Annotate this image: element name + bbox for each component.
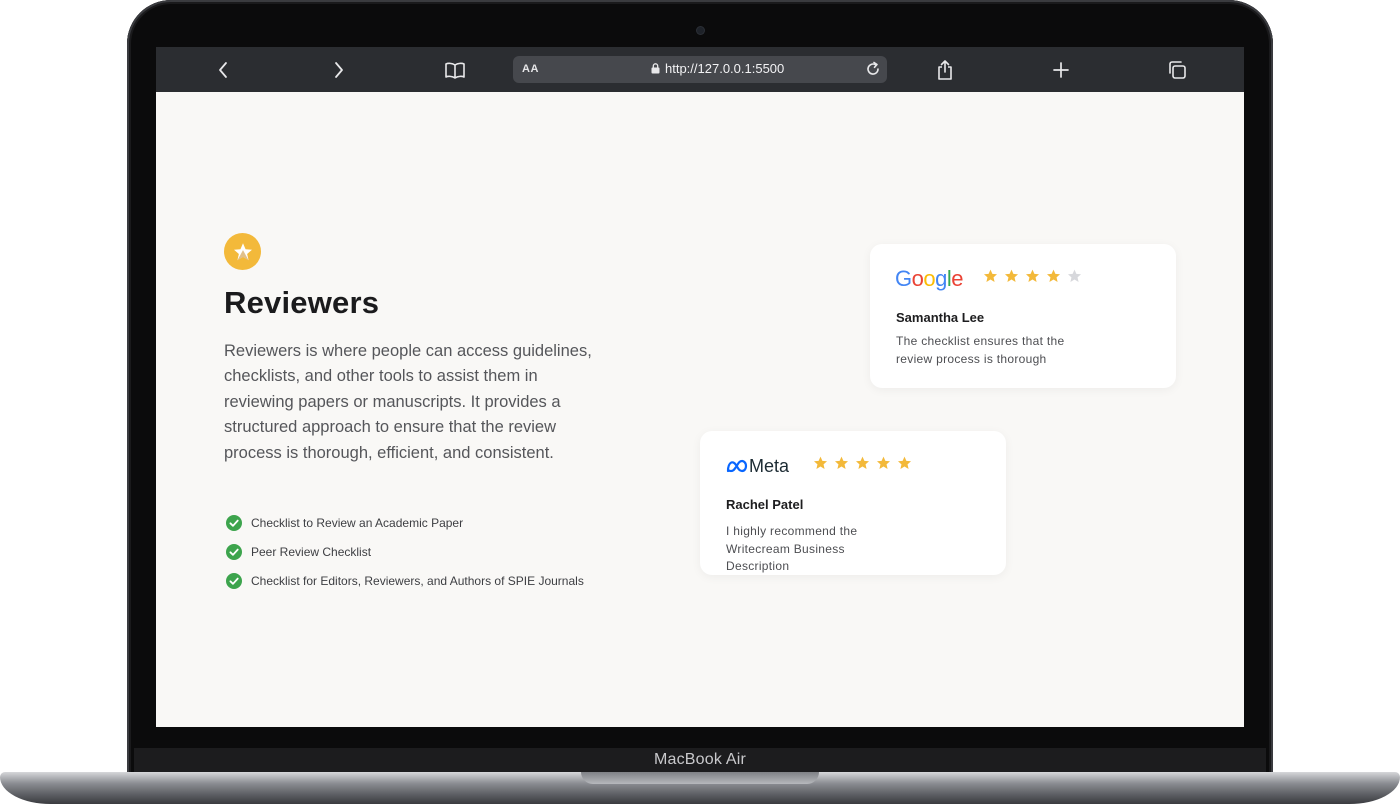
star-icon (876, 456, 891, 469)
review-quote: The checklist ensures that the review pr… (896, 334, 1065, 366)
review-card-meta: Meta Rachel Patel I highly recommend the… (700, 431, 1006, 575)
url-display[interactable]: http://127.0.0.1:5500 (651, 61, 784, 76)
star-rating (813, 456, 912, 470)
reload-icon[interactable] (864, 60, 882, 83)
reviewer-name: Samantha Lee (896, 310, 985, 325)
star-icon (813, 456, 828, 469)
browser-toolbar: AA http://127.0.0.1:5500 (156, 47, 1244, 92)
meta-logo: Meta (726, 456, 790, 476)
bookmarks-icon[interactable] (442, 57, 468, 83)
star-icon (834, 456, 849, 469)
star-icon (1025, 269, 1040, 282)
share-icon[interactable] (932, 57, 958, 83)
star-rating (983, 269, 1082, 283)
google-logo: Google (895, 267, 964, 291)
back-icon[interactable] (210, 57, 236, 83)
screen: AA http://127.0.0.1:5500 Reviewers Revie… (156, 47, 1244, 727)
checklist-item-label: Checklist to Review an Academic Paper (251, 515, 464, 530)
star-icon (855, 456, 870, 469)
checklist-item-label: Peer Review Checklist (251, 544, 372, 559)
star-badge-icon (224, 233, 261, 270)
star-icon (1004, 269, 1019, 282)
tabs-icon[interactable] (1164, 57, 1190, 83)
device-label: MacBook Air (653, 751, 746, 768)
reviewer-name: Rachel Patel (726, 497, 804, 512)
check-circle-icon (226, 543, 242, 560)
check-circle-icon (226, 514, 242, 531)
checklist-item: Checklist to Review an Academic Paper (224, 508, 584, 537)
section-description: Reviewers is where people can access gui… (224, 342, 592, 462)
checklist-item-label: Checklist for Editors, Reviewers, and Au… (251, 573, 584, 588)
star-icon (897, 456, 912, 469)
address-bar[interactable]: AA http://127.0.0.1:5500 (513, 56, 887, 83)
svg-text:Google: Google (895, 267, 963, 291)
svg-text:Meta: Meta (749, 456, 790, 476)
star-icon (983, 269, 998, 282)
url-text: http://127.0.0.1:5500 (665, 61, 785, 76)
laptop-hinge-notch (581, 772, 819, 784)
check-circle-icon (226, 572, 242, 589)
checklist-item: Peer Review Checklist (224, 537, 584, 566)
checklist: Checklist to Review an Academic Paper Pe… (224, 508, 584, 595)
page-title: Reviewers (224, 285, 380, 320)
star-empty-icon (1067, 269, 1082, 282)
new-tab-icon[interactable] (1048, 57, 1074, 83)
checklist-item: Checklist for Editors, Reviewers, and Au… (224, 566, 584, 595)
camera-icon (697, 27, 704, 34)
text-size-button[interactable]: AA (522, 63, 539, 75)
review-quote: I highly recommend the Writecream Busine… (726, 524, 858, 573)
forward-icon[interactable] (326, 57, 352, 83)
review-card-google: Google Samantha Lee The checklist ensure… (870, 244, 1176, 388)
lock-icon (651, 63, 660, 74)
star-icon (1046, 269, 1061, 282)
